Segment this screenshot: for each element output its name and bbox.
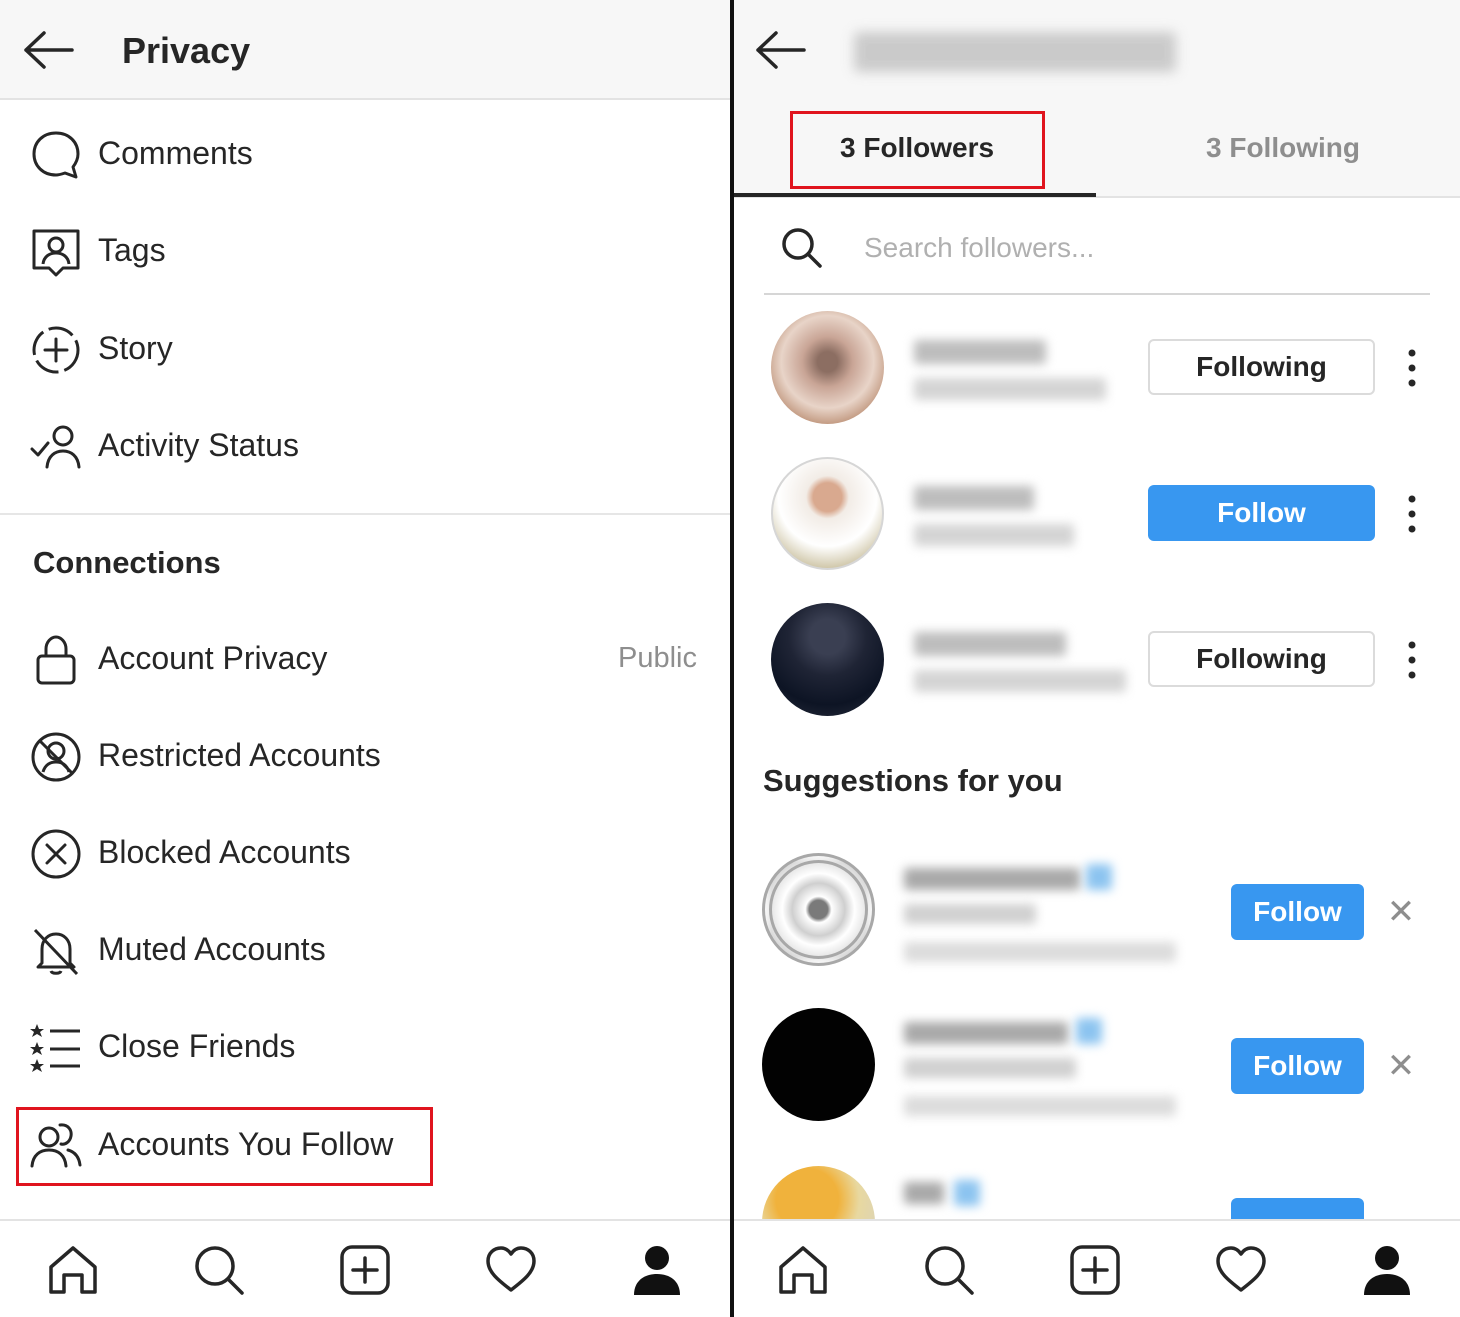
bottom-nav: [0, 1219, 730, 1317]
menu-item-label: Comments: [98, 135, 253, 171]
avatar[interactable]: [762, 853, 875, 966]
connections-heading: Connections: [33, 545, 221, 580]
blurred-username: [914, 632, 1066, 656]
tab-following[interactable]: 3 Following: [1206, 132, 1360, 164]
search-icon[interactable]: [192, 1243, 246, 1297]
blurred-username: [914, 486, 1034, 510]
menu-item-comments[interactable]: Comments: [0, 115, 730, 195]
dismiss-icon[interactable]: ✕: [1386, 895, 1416, 929]
avatar[interactable]: [771, 311, 884, 424]
tag-person-icon: [30, 226, 82, 278]
following-button[interactable]: Following: [1148, 631, 1375, 687]
close-friends-icon: [30, 1022, 82, 1074]
profile-icon[interactable]: [1360, 1243, 1414, 1297]
follow-button[interactable]: Follow: [1231, 884, 1364, 940]
blurred-username: [904, 1022, 1068, 1044]
followers-header: 3 Followers 3 Following: [734, 0, 1460, 198]
avatar[interactable]: [762, 1008, 875, 1121]
menu-item-blocked-accounts[interactable]: Blocked Accounts: [0, 814, 730, 894]
highlight-box: [790, 111, 1045, 189]
more-options-icon[interactable]: [1407, 348, 1417, 388]
home-icon[interactable]: [46, 1243, 100, 1297]
suggestions-heading: Suggestions for you: [763, 763, 1063, 798]
follow-button[interactable]: Follow: [1231, 1038, 1364, 1094]
bottom-nav: [734, 1219, 1460, 1317]
comment-icon: [30, 129, 82, 181]
home-icon[interactable]: [776, 1243, 830, 1297]
section-divider: [0, 513, 730, 515]
verified-badge-icon: [1076, 1018, 1102, 1044]
heart-icon[interactable]: [484, 1243, 538, 1297]
blurred-fullname: [914, 378, 1106, 400]
story-add-icon: [30, 324, 82, 376]
menu-item-tags[interactable]: Tags: [0, 212, 730, 292]
heart-icon[interactable]: [1214, 1243, 1268, 1297]
avatar[interactable]: [771, 457, 884, 570]
followers-panel: 3 Followers 3 Following Following Follow…: [734, 0, 1460, 1317]
page-title: Privacy: [122, 30, 251, 71]
menu-item-label: Restricted Accounts: [98, 737, 381, 773]
privacy-header: Privacy: [0, 0, 730, 100]
menu-item-label: Story: [98, 330, 173, 366]
blocked-icon: [30, 828, 82, 880]
menu-item-label: Muted Accounts: [98, 931, 326, 967]
blurred-username: [854, 32, 1176, 72]
menu-item-restricted-accounts[interactable]: Restricted Accounts: [0, 717, 730, 797]
blurred-fullname: [904, 1058, 1076, 1078]
menu-item-label: Activity Status: [98, 427, 299, 463]
menu-item-story[interactable]: Story: [0, 310, 730, 390]
blurred-subtitle: [904, 942, 1176, 962]
menu-item-activity-status[interactable]: Activity Status: [0, 407, 730, 487]
menu-item-account-privacy[interactable]: Account Privacy Public: [0, 620, 730, 700]
more-options-icon[interactable]: [1407, 640, 1417, 680]
dismiss-icon[interactable]: ✕: [1386, 1049, 1416, 1083]
blurred-username: [904, 868, 1080, 890]
verified-badge-icon: [1086, 864, 1112, 890]
new-post-icon[interactable]: [1068, 1243, 1122, 1297]
highlight-box: [16, 1107, 433, 1186]
new-post-icon[interactable]: [338, 1243, 392, 1297]
search-input[interactable]: [864, 228, 1384, 268]
blurred-username: [904, 1182, 944, 1204]
more-options-icon[interactable]: [1407, 494, 1417, 534]
menu-item-label: Close Friends: [98, 1028, 296, 1064]
menu-item-close-friends[interactable]: Close Friends: [0, 1008, 730, 1088]
back-arrow-icon[interactable]: [754, 30, 806, 75]
following-button[interactable]: Following: [1148, 339, 1375, 395]
follow-button[interactable]: Follow: [1148, 485, 1375, 541]
blurred-fullname: [914, 670, 1126, 692]
activity-status-icon: [30, 421, 82, 473]
privacy-panel: Privacy Comments Tags Story Activity Sta…: [0, 0, 730, 1317]
menu-item-muted-accounts[interactable]: Muted Accounts: [0, 911, 730, 991]
account-privacy-value: Public: [618, 642, 697, 674]
restricted-icon: [30, 731, 82, 783]
blurred-subtitle: [904, 1096, 1176, 1116]
lock-icon: [30, 634, 82, 686]
menu-item-label: Tags: [98, 232, 166, 268]
blurred-fullname: [914, 524, 1074, 546]
menu-item-label: Blocked Accounts: [98, 834, 351, 870]
muted-bell-icon: [30, 925, 82, 977]
back-arrow-icon[interactable]: [22, 30, 74, 75]
blurred-username: [914, 340, 1046, 364]
search-icon[interactable]: [922, 1243, 976, 1297]
active-tab-indicator: [734, 193, 1096, 197]
search-icon: [782, 228, 822, 268]
verified-badge-icon: [954, 1180, 980, 1206]
search-bar: [764, 220, 1430, 295]
menu-item-label: Account Privacy: [98, 640, 328, 676]
profile-icon[interactable]: [630, 1243, 684, 1297]
avatar[interactable]: [771, 603, 884, 716]
blurred-fullname: [904, 904, 1036, 924]
